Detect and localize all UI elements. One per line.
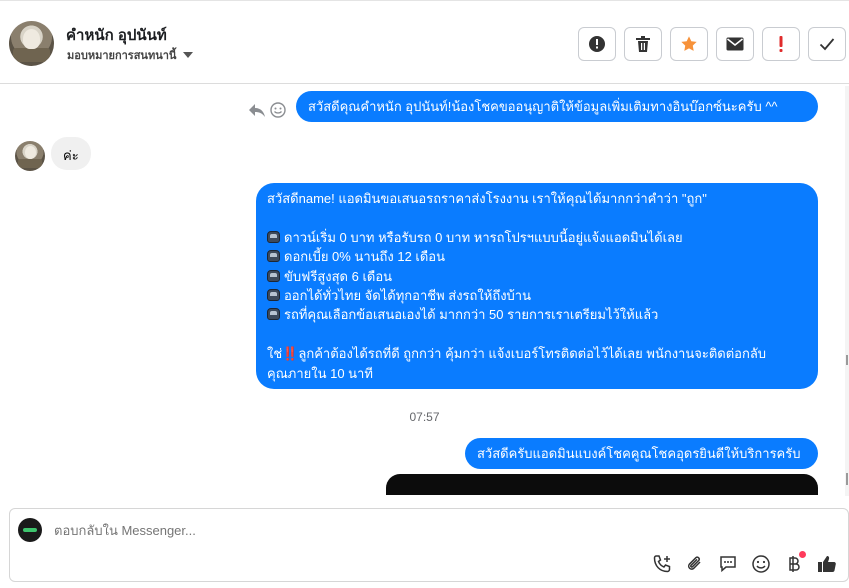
caret-down-icon — [183, 52, 194, 58]
star-button[interactable] — [670, 27, 708, 61]
notification-dot — [799, 551, 806, 558]
car-emoji-icon — [267, 289, 280, 302]
offer-text: รถที่คุณเลือกข้อเสนอเองได้ มากกว่า 50 รา… — [284, 307, 659, 323]
phone-add-icon — [653, 554, 670, 572]
scrollbar-mark — [846, 355, 848, 365]
paperclip-icon — [687, 555, 701, 570]
delete-button[interactable] — [624, 27, 662, 61]
offer-item: ดาวน์เริ่ม 0 บาท หรือรับรถ 0 บาท หารถโปร… — [267, 228, 807, 247]
attach-button[interactable] — [683, 552, 706, 575]
mark-important-button[interactable] — [762, 27, 800, 61]
conversation-header: คำหนัก อุปนันท์ มอบหมายการสนทนานี้ — [0, 0, 849, 84]
inbox-conversation: คำหนัก อุปนันท์ มอบหมายการสนทนานี้ สวัสด… — [0, 0, 849, 588]
reply-icon[interactable] — [248, 102, 266, 118]
offer-text: ออกได้ทั่วไทย จัดได้ทุกอาชีพ ส่งรถให้ถึง… — [284, 288, 531, 304]
mark-unread-button[interactable] — [716, 27, 754, 61]
offer-text: ดอกเบี้ย 0% นานถึง 12 เดือน — [284, 249, 446, 265]
reply-input[interactable] — [54, 523, 554, 538]
saved-replies-icon — [719, 555, 736, 572]
contact-name[interactable]: คำหนัก อุปนันท์ — [66, 23, 167, 47]
offer-text: ดาวน์เริ่ม 0 บาท หรือรับรถ 0 บาท หารถโปร… — [284, 229, 683, 245]
offer-item: ออกได้ทั่วไทย จัดได้ทุกอาชีพ ส่งรถให้ถึง… — [267, 286, 807, 305]
checkmark-icon — [819, 38, 835, 51]
car-emoji-icon — [267, 230, 280, 243]
contact-avatar[interactable] — [9, 21, 54, 66]
closing-text: ลูกค้าต้องได้รถที่ดี ถูกกว่า คุ้มกว่า แจ… — [298, 346, 767, 362]
thumbs-up-icon — [817, 555, 836, 572]
like-button[interactable] — [815, 552, 838, 575]
message-intro: สวัสดีname! แอดมินขอเสนอรถราคาส่งโรงงาน … — [267, 191, 707, 206]
offer-item: รถที่คุณเลือกข้อเสนอเองได้ มากกว่า 50 รา… — [267, 305, 807, 324]
assign-label: มอบหมายการสนทนานี้ — [67, 50, 177, 62]
message-timestamp: 07:57 — [409, 410, 440, 424]
reaction-smile-icon[interactable] — [270, 102, 286, 118]
video-attachment[interactable] — [386, 474, 818, 495]
baht-icon — [788, 555, 800, 572]
emoji-icon — [751, 554, 770, 573]
contact-avatar-small[interactable] — [15, 141, 45, 171]
offer-item: ขับฟรีสูงสุด 6 เดือน — [267, 267, 807, 286]
scrollbar-mark — [846, 473, 848, 485]
message-closing: ใช่‼️ลูกค้าต้องได้รถที่ดี ถูกกว่า คุ้มกว… — [267, 344, 807, 363]
car-emoji-icon — [267, 269, 280, 282]
add-phone-button[interactable] — [650, 552, 673, 575]
emoji-button[interactable] — [749, 552, 772, 575]
trash-icon — [636, 36, 650, 52]
message-text: สวัสดีคุณคำหนัก อุปนันท์!น้องโชคขออนุญาต… — [308, 99, 778, 114]
payment-button[interactable] — [782, 551, 806, 575]
incoming-message[interactable]: ค่ะ — [51, 137, 91, 170]
outgoing-message[interactable]: สวัสดีครับแอดมินแบงค์โชคคูณโชคอุดรยินดีใ… — [465, 438, 818, 469]
envelope-icon — [726, 37, 744, 51]
double-exclamation-icon: ‼️ — [282, 346, 299, 362]
alert-circle-icon — [589, 36, 605, 52]
header-actions — [578, 27, 846, 61]
message-hover-tools — [248, 102, 286, 118]
message-text: ค่ะ — [63, 148, 79, 163]
car-emoji-icon — [267, 308, 280, 321]
offer-text: ขับฟรีสูงสุด 6 เดือน — [284, 268, 393, 284]
message-thread[interactable]: สวัสดีคุณคำหนัก อุปนันท์!น้องโชคขออนุญาต… — [0, 85, 849, 495]
exclamation-icon — [779, 36, 783, 52]
outgoing-message[interactable]: สวัสดีname! แอดมินขอเสนอรถราคาส่งโรงงาน … — [256, 183, 818, 389]
saved-replies-button[interactable] — [716, 552, 739, 575]
assign-conversation-dropdown[interactable]: มอบหมายการสนทนานี้ — [67, 46, 194, 64]
offer-item: ดอกเบี้ย 0% นานถึง 12 เดือน — [267, 247, 807, 266]
closing-prefix: ใช่ — [267, 346, 283, 362]
closing-text-line2: คุณภายใน 10 นาที — [267, 365, 373, 381]
outgoing-message[interactable]: สวัสดีคุณคำหนัก อุปนันท์!น้องโชคขออนุญาต… — [296, 91, 818, 122]
thread-scrollbar[interactable] — [845, 86, 849, 496]
reply-composer — [9, 508, 849, 582]
message-text: สวัสดีครับแอดมินแบงค์โชคคูณโชคอุดรยินดีใ… — [477, 446, 801, 461]
car-emoji-icon — [267, 250, 280, 263]
mark-done-button[interactable] — [808, 27, 846, 61]
page-avatar — [18, 518, 42, 542]
star-icon — [681, 36, 697, 51]
report-button[interactable] — [578, 27, 616, 61]
composer-toolbar — [650, 551, 838, 575]
